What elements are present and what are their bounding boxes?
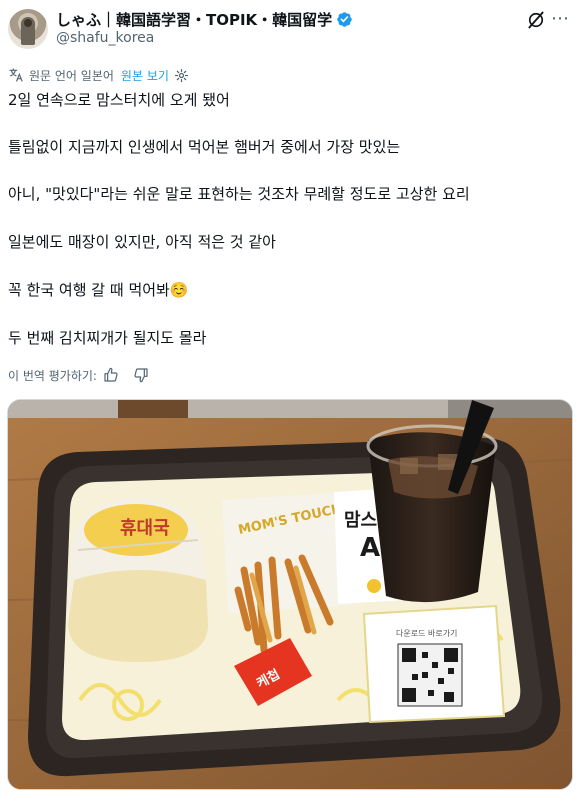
translate-icon bbox=[9, 68, 23, 82]
thumbs-up-icon[interactable] bbox=[103, 367, 119, 383]
display-name[interactable]: しゃふ｜韓国語学習・TOPIK・韓国留学 bbox=[56, 9, 332, 30]
tweet-photo[interactable]: 휴대국 MOM'S TOUCH 맘스 A 다운로드 바로가기 케첩 bbox=[7, 399, 573, 790]
tweet-header: しゃふ｜韓国語学習・TOPIK・韓国留学 @shafu_korea ⋯ bbox=[0, 0, 576, 56]
author-name-row: しゃふ｜韓国語学習・TOPIK・韓国留学 bbox=[56, 9, 353, 29]
tweet-line: 아니, "맛있다"라는 쉬운 말로 표현하는 것조차 무례할 정도로 고상한 요… bbox=[8, 185, 470, 203]
tweet-line: 꼭 한국 여행 갈 때 먹어봐☺️ bbox=[8, 281, 189, 299]
author-handle[interactable]: @shafu_korea bbox=[56, 30, 154, 46]
rate-translation-label: 이 번역 평가하기: bbox=[8, 368, 97, 383]
tweet-line: 틀림없이 지금까지 인생에서 먹어본 햄버거 중에서 가장 맛있는 bbox=[8, 138, 401, 156]
grok-icon[interactable] bbox=[526, 10, 546, 30]
thumbs-down-icon[interactable] bbox=[133, 367, 149, 383]
more-icon[interactable]: ⋯ bbox=[551, 8, 570, 29]
verified-badge-icon bbox=[337, 11, 352, 27]
show-original-link[interactable]: 원본 보기 bbox=[121, 67, 169, 84]
translation-source-label: 원문 언어 일본어 bbox=[29, 68, 114, 83]
tweet-line: 두 번째 김치찌개가 될지도 몰라 bbox=[8, 329, 207, 347]
avatar-head bbox=[24, 19, 32, 27]
wrap-label: 휴대국 bbox=[120, 518, 170, 539]
tweet-line: 2일 연속으로 맘스터치에 오게 됐어 bbox=[8, 91, 230, 109]
tweet-line: 일본에도 매장이 있지만, 아직 적은 것 같아 bbox=[8, 233, 276, 251]
qr-label: 다운로드 바로가기 bbox=[396, 628, 457, 638]
rate-translation-row: 이 번역 평가하기: bbox=[8, 366, 149, 384]
avatar[interactable] bbox=[8, 9, 48, 49]
food-tray-photo: 휴대국 MOM'S TOUCH 맘스 A 다운로드 바로가기 케첩 bbox=[8, 400, 572, 789]
translation-bar: 원문 언어 일본어 원본 보기 bbox=[8, 66, 189, 84]
sign-letter: A bbox=[360, 533, 380, 563]
sign-text: 맘스 bbox=[344, 510, 377, 531]
gear-icon[interactable] bbox=[174, 68, 189, 83]
